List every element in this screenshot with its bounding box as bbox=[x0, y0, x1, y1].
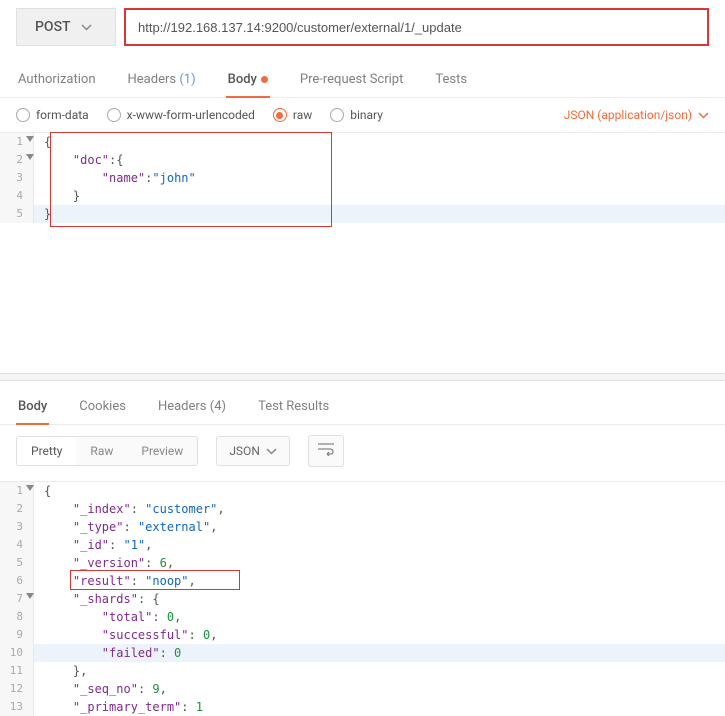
response-tab-testresults[interactable]: Test Results bbox=[256, 389, 331, 424]
line-number: 2 bbox=[0, 151, 34, 169]
code-line: 5 "_version": 6, bbox=[0, 554, 725, 572]
line-content: }, bbox=[34, 662, 87, 680]
code-line: 2 "_index": "customer", bbox=[0, 500, 725, 518]
line-number: 4 bbox=[0, 187, 34, 205]
radio-icon bbox=[16, 108, 30, 122]
code-line: 1{ bbox=[0, 482, 725, 500]
response-format-select[interactable]: JSON bbox=[216, 436, 290, 466]
code-line: 1{ bbox=[0, 133, 725, 151]
request-url-input[interactable] bbox=[124, 8, 709, 46]
line-content: } bbox=[34, 205, 51, 223]
chevron-down-icon bbox=[81, 19, 92, 35]
response-toolbar: Pretty Raw Preview JSON bbox=[0, 425, 725, 481]
line-content: "_type": "external", bbox=[34, 518, 217, 536]
response-tab-cookies[interactable]: Cookies bbox=[77, 389, 128, 424]
line-number: 1 bbox=[0, 482, 34, 500]
code-line: 11 }, bbox=[0, 662, 725, 680]
line-content: "doc":{ bbox=[34, 151, 123, 169]
radio-icon bbox=[273, 108, 287, 122]
view-mode-pretty[interactable]: Pretty bbox=[17, 437, 76, 465]
tab-prerequest[interactable]: Pre-request Script bbox=[298, 62, 405, 97]
line-number: 6 bbox=[0, 572, 34, 590]
line-content: "total": 0, bbox=[34, 608, 181, 626]
radio-urlencoded[interactable]: x-www-form-urlencoded bbox=[107, 108, 255, 122]
code-line: 6 "result": "noop", bbox=[0, 572, 725, 590]
response-body-viewer[interactable]: 1{2 "_index": "customer",3 "_type": "ext… bbox=[0, 481, 725, 716]
line-content: "successful": 0, bbox=[34, 626, 217, 644]
line-number: 5 bbox=[0, 554, 34, 572]
tab-body[interactable]: Body bbox=[226, 62, 270, 97]
code-line: 13 "_primary_term": 1 bbox=[0, 698, 725, 716]
radio-icon bbox=[107, 108, 121, 122]
radio-icon bbox=[330, 108, 344, 122]
line-number: 5 bbox=[0, 205, 34, 223]
code-line: 5} bbox=[0, 205, 725, 223]
line-number: 13 bbox=[0, 698, 34, 716]
code-line: 8 "total": 0, bbox=[0, 608, 725, 626]
content-type-select[interactable]: JSON (application/json) bbox=[564, 108, 709, 122]
code-line: 10 "failed": 0 bbox=[0, 644, 725, 662]
code-line: 3 "name":"john" bbox=[0, 169, 725, 187]
line-content: "_id": "1", bbox=[34, 536, 152, 554]
line-number: 2 bbox=[0, 500, 34, 518]
line-content: "failed": 0 bbox=[34, 644, 181, 662]
response-tab-body[interactable]: Body bbox=[16, 389, 49, 424]
wrap-icon bbox=[317, 442, 335, 456]
line-number: 7 bbox=[0, 590, 34, 608]
response-tabs: Body Cookies Headers (4) Test Results bbox=[0, 389, 725, 425]
fold-toggle-icon[interactable] bbox=[26, 485, 34, 491]
line-content: "_primary_term": 1 bbox=[34, 698, 203, 716]
line-content: "_shards": { bbox=[34, 590, 160, 608]
tab-headers[interactable]: Headers (1) bbox=[126, 62, 198, 97]
fold-toggle-icon[interactable] bbox=[26, 154, 34, 160]
chevron-down-icon bbox=[698, 112, 709, 119]
line-number: 4 bbox=[0, 536, 34, 554]
code-line: 2 "doc":{ bbox=[0, 151, 725, 169]
fold-toggle-icon[interactable] bbox=[26, 593, 34, 599]
line-content: "_seq_no": 9, bbox=[34, 680, 167, 698]
code-line: 7 "_shards": { bbox=[0, 590, 725, 608]
response-tab-headers[interactable]: Headers (4) bbox=[156, 389, 228, 424]
radio-raw[interactable]: raw bbox=[273, 108, 312, 122]
modified-dot-icon bbox=[261, 76, 268, 83]
line-content: "_version": 6, bbox=[34, 554, 174, 572]
body-type-options: form-data x-www-form-urlencoded raw bina… bbox=[0, 98, 725, 133]
view-mode-preview[interactable]: Preview bbox=[127, 437, 197, 465]
code-line: 4 } bbox=[0, 187, 725, 205]
line-number: 12 bbox=[0, 680, 34, 698]
line-number: 3 bbox=[0, 518, 34, 536]
line-content: "_index": "customer", bbox=[34, 500, 225, 518]
radio-form-data[interactable]: form-data bbox=[16, 108, 89, 122]
code-line: 4 "_id": "1", bbox=[0, 536, 725, 554]
view-mode-raw[interactable]: Raw bbox=[76, 437, 127, 465]
fold-toggle-icon[interactable] bbox=[26, 136, 34, 142]
line-number: 1 bbox=[0, 133, 34, 151]
code-line: 12 "_seq_no": 9, bbox=[0, 680, 725, 698]
line-content: { bbox=[34, 482, 51, 500]
tab-authorization[interactable]: Authorization bbox=[16, 62, 98, 97]
line-content: { bbox=[34, 133, 51, 151]
line-number: 3 bbox=[0, 169, 34, 187]
line-content: "result": "noop", bbox=[34, 572, 196, 590]
http-method-select[interactable]: POST bbox=[16, 8, 116, 46]
code-line: 3 "_type": "external", bbox=[0, 518, 725, 536]
request-tabs: Authorization Headers (1) Body Pre-reque… bbox=[0, 62, 725, 98]
pane-divider[interactable] bbox=[0, 373, 725, 381]
wrap-toggle-button[interactable] bbox=[308, 435, 344, 467]
tab-tests[interactable]: Tests bbox=[433, 62, 469, 97]
chevron-down-icon bbox=[266, 448, 277, 455]
line-number: 8 bbox=[0, 608, 34, 626]
http-method-label: POST bbox=[35, 19, 71, 35]
line-content: } bbox=[34, 187, 80, 205]
radio-binary[interactable]: binary bbox=[330, 108, 383, 122]
line-content: "name":"john" bbox=[34, 169, 196, 187]
line-number: 10 bbox=[0, 644, 34, 662]
response-view-modes: Pretty Raw Preview bbox=[16, 436, 198, 466]
line-number: 11 bbox=[0, 662, 34, 680]
request-body-editor[interactable]: 1{2 "doc":{3 "name":"john"4 }5} bbox=[0, 133, 725, 333]
code-line: 9 "successful": 0, bbox=[0, 626, 725, 644]
line-number: 9 bbox=[0, 626, 34, 644]
